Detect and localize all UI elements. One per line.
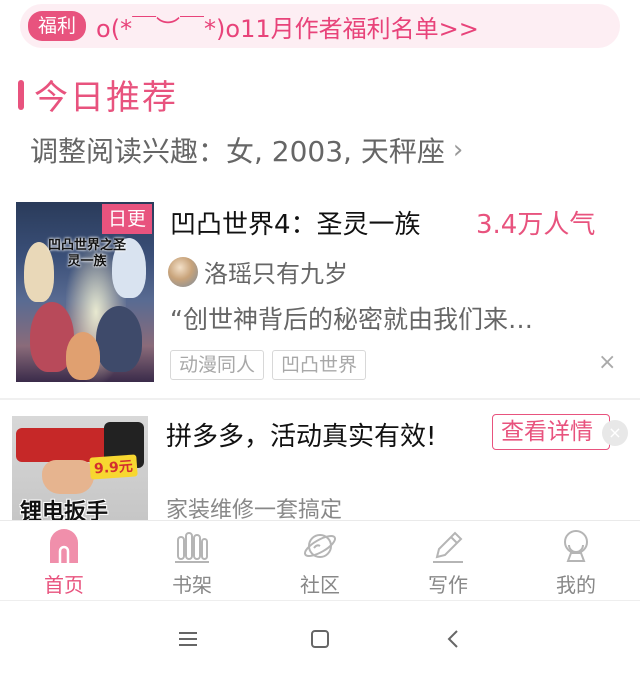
section-accent-bar [18,79,24,110]
book-title[interactable]: 凹凸世界4：圣灵一族 [170,204,421,241]
promo-badge: 福利 [28,11,87,41]
cover-character [96,306,142,372]
cover-character [66,332,100,380]
pen-icon [433,531,463,563]
author-row[interactable]: 洛瑶只有九岁 [168,254,348,289]
system-nav-bar [0,600,640,676]
book-card[interactable]: 凹凸世界之圣灵一族 日更 凹凸世界4：圣灵一族 3.4万人气 洛瑶只有九岁 “创… [16,200,640,384]
home-square-icon[interactable] [306,625,334,653]
promo-link-text[interactable]: o(*￣︶￣*)o11月作者福利名单>> [96,9,479,44]
nav-label-community: 社区 [300,573,340,597]
dismiss-close-icon[interactable]: × [598,350,616,375]
chevron-right-icon: › [452,135,464,165]
menu-icon[interactable] [174,625,202,653]
book-tags: 动漫同人 凹凸世界 [170,350,374,380]
ad-close-icon[interactable]: × [602,420,628,446]
view-details-button[interactable]: 查看详情 [492,414,610,450]
ad-product-text: 锂电扳手 [20,500,109,520]
cover-title-text: 凹凸世界之圣灵一族 [47,238,126,269]
ad-hand-shape [42,460,94,494]
nav-label-home: 首页 [44,573,84,597]
nav-item-profile[interactable]: 我的 [512,521,640,601]
bottom-nav: 首页 书架 社区 写作 我的 [0,520,640,600]
book-cover[interactable]: 凹凸世界之圣灵一族 日更 [16,202,154,382]
ad-card[interactable]: 9.9元 锂电扳手 拼多多，活动真实有效! 查看详情 × 家装维修一套搞定 [0,400,640,523]
nav-item-home[interactable]: 首页 [0,521,128,601]
tag[interactable]: 动漫同人 [170,350,265,380]
nav-label-bookshelf: 书架 [172,573,212,597]
ad-title[interactable]: 拼多多，活动真实有效! [166,416,436,453]
community-planet-icon [303,534,337,558]
interest-adjust-row[interactable]: 调整阅读兴趣：女, 2003, 天秤座 › [30,130,463,170]
back-icon[interactable] [440,625,468,653]
nav-label-write: 写作 [428,573,468,597]
home-icon [50,529,78,563]
promo-banner[interactable]: 福利 o(*￣︶￣*)o11月作者福利名单>> [20,4,620,48]
interest-adjust-text[interactable]: 调整阅读兴趣：女, 2003, 天秤座 [30,130,445,170]
section-header: 今日推荐 [18,70,178,119]
section-title: 今日推荐 [34,78,178,118]
daily-update-badge: 日更 [102,204,153,234]
author-name[interactable]: 洛瑶只有九岁 [204,254,348,289]
bookshelf-icon [175,532,209,563]
ad-price-tag: 9.9元 [89,454,138,480]
nav-item-community[interactable]: 社区 [256,521,384,601]
nav-item-bookshelf[interactable]: 书架 [128,521,256,601]
book-description: “创世神背后的秘密就由我们来… [170,305,533,334]
nav-label-profile: 我的 [556,573,596,597]
profile-icon [564,530,588,562]
ad-image[interactable]: 9.9元 锂电扳手 [12,416,148,520]
nav-item-write[interactable]: 写作 [384,521,512,601]
author-avatar[interactable] [168,256,198,287]
tag[interactable]: 凹凸世界 [272,350,367,380]
book-popularity: 3.4万人气 [476,210,596,240]
